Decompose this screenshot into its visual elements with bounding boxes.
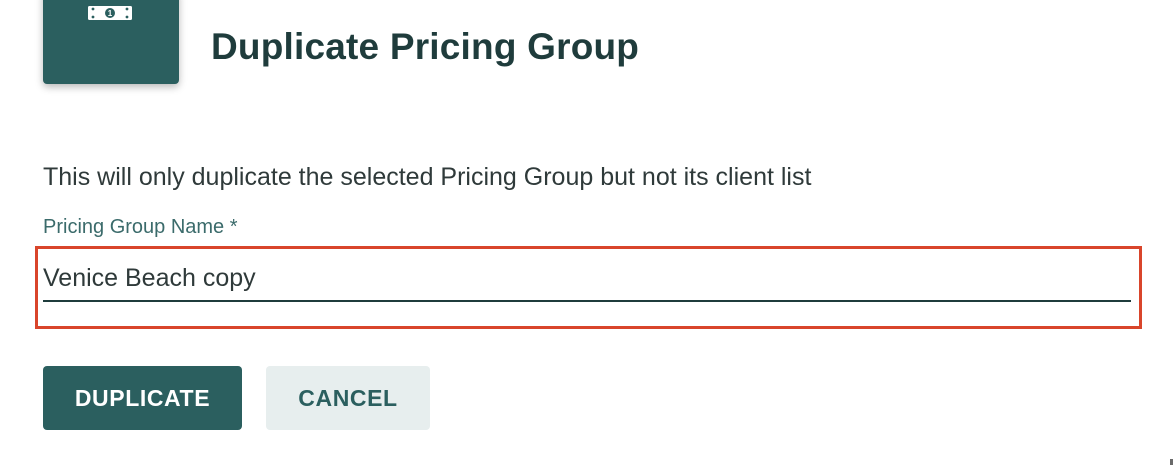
duplicate-pricing-group-dialog: 1 Duplicate Pricing Group This will only… bbox=[0, 0, 1174, 466]
helper-text: This will only duplicate the selected Pr… bbox=[43, 163, 812, 191]
svg-text:1: 1 bbox=[108, 9, 113, 18]
pricing-group-name-input[interactable] bbox=[43, 256, 1131, 302]
duplicate-button[interactable]: DUPLICATE bbox=[43, 366, 242, 430]
money-bill-icon: 1 bbox=[88, 6, 132, 20]
edge-divider-mark bbox=[1170, 459, 1173, 465]
pricing-group-name-label: Pricing Group Name * bbox=[43, 216, 238, 238]
dialog-title: Duplicate Pricing Group bbox=[211, 26, 640, 67]
header-icon-tile: 1 bbox=[43, 0, 179, 84]
cancel-button[interactable]: CANCEL bbox=[266, 366, 430, 430]
